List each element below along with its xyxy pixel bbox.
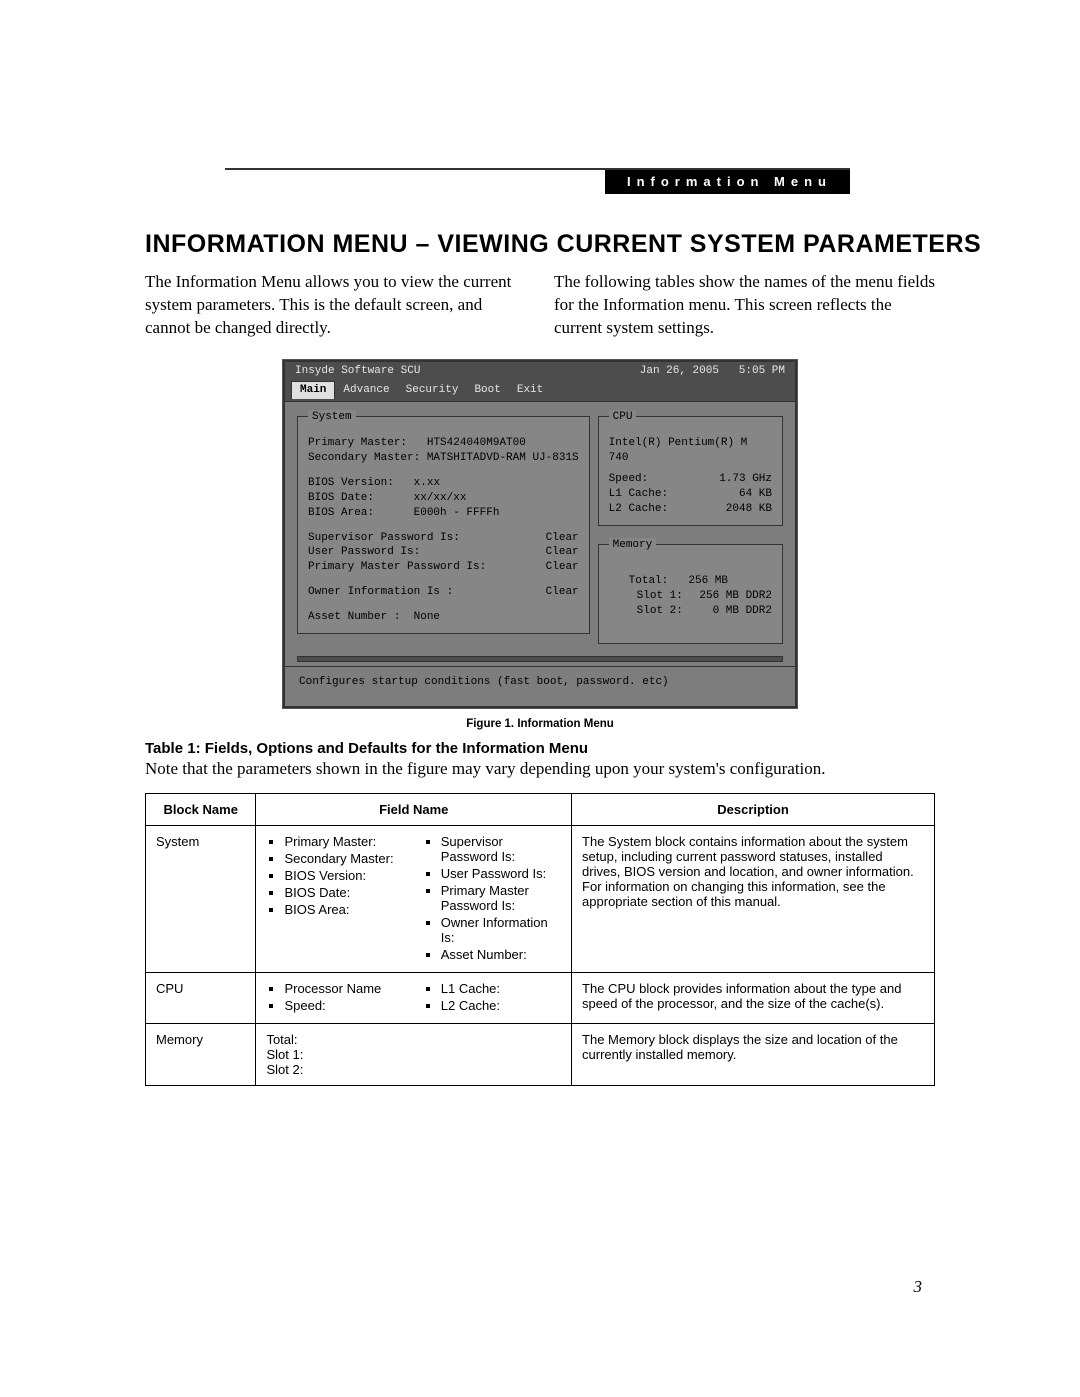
- bios-memory-legend: Memory: [609, 538, 657, 553]
- bios-menu-main: Main: [291, 381, 335, 399]
- list-item: Speed:: [284, 998, 404, 1013]
- list-item: Owner Information Is:: [441, 915, 561, 945]
- value: 256 MB: [688, 574, 760, 589]
- document-page: Information Menu INFORMATION MENU – VIEW…: [80, 0, 1000, 1397]
- value: MATSHITADVD-RAM UJ-831S: [427, 452, 579, 464]
- value: xx/xx/xx: [414, 492, 467, 504]
- label: User Password Is:: [308, 545, 420, 560]
- value: Clear: [546, 531, 579, 546]
- label: Primary Master:: [308, 437, 407, 449]
- table-row: Memory Total: Slot 1: Slot 2: The Memory…: [146, 1023, 935, 1085]
- bios-cpu-fieldset: CPU Intel(R) Pentium(R) M 740 Speed: 1.73…: [598, 410, 783, 526]
- cell-desc: The System block contains information ab…: [572, 825, 935, 972]
- list-item: BIOS Date:: [284, 885, 404, 900]
- list-item: BIOS Version:: [284, 868, 404, 883]
- bios-screenshot: Insyde Software SCU Jan 26, 2005 5:05 PM…: [283, 360, 797, 708]
- intro-right: The following tables show the names of t…: [554, 271, 935, 340]
- list-item: User Password Is:: [441, 866, 561, 881]
- bios-time: 5:05 PM: [739, 365, 785, 377]
- value: Clear: [546, 545, 579, 560]
- col-desc: Description: [572, 793, 935, 825]
- bios-menu-security: Security: [398, 382, 467, 399]
- value: E000h - FFFFh: [414, 507, 500, 519]
- cell-field: Primary Master: Secondary Master: BIOS V…: [256, 825, 572, 972]
- label: BIOS Area:: [308, 507, 374, 519]
- label: Slot 1:: [637, 589, 683, 604]
- label: Owner Information Is :: [308, 585, 453, 600]
- section-tag: Information Menu: [605, 170, 850, 194]
- table-header-row: Block Name Field Name Description: [146, 793, 935, 825]
- label: Supervisor Password Is:: [308, 531, 460, 546]
- bios-body-right: CPU Intel(R) Pentium(R) M 740 Speed: 1.73…: [598, 410, 783, 650]
- label: Secondary Master:: [308, 452, 420, 464]
- table-title: Table 1: Fields, Options and Defaults fo…: [145, 740, 935, 757]
- cell-block: Memory: [146, 1023, 256, 1085]
- intro-columns: The Information Menu allows you to view …: [145, 271, 935, 340]
- bios-system-legend: System: [308, 410, 356, 425]
- value: x.xx: [414, 477, 440, 489]
- bios-body: System Primary Master: HTS424040M9AT00 S…: [285, 402, 795, 656]
- table-row: CPU Processor Name Speed: L1 Cache: L2 C…: [146, 972, 935, 1023]
- bios-datetime: Jan 26, 2005 5:05 PM: [640, 364, 785, 379]
- cell-field: Processor Name Speed: L1 Cache: L2 Cache…: [256, 972, 572, 1023]
- bios-menu-bar: MainAdvanceSecurityBootExit: [285, 381, 795, 402]
- bios-menu-exit: Exit: [509, 382, 551, 399]
- cell-desc: The CPU block provides information about…: [572, 972, 935, 1023]
- list-item: Supervisor Password Is:: [441, 834, 561, 864]
- label: Speed:: [609, 472, 649, 487]
- cpu-name: Intel(R) Pentium(R) M 740: [609, 436, 772, 466]
- value: 2048 KB: [726, 502, 772, 517]
- figure-caption: Figure 1. Information Menu: [80, 718, 1000, 730]
- bios-memory-fieldset: Memory Total: 256 MB Slot 1: 256 MB DDR2 S…: [598, 538, 783, 644]
- label: L2 Cache:: [609, 502, 668, 517]
- list-item: Primary Master:: [284, 834, 404, 849]
- label: BIOS Date:: [308, 492, 374, 504]
- label: BIOS Version:: [308, 477, 394, 489]
- info-table: Block Name Field Name Description System…: [145, 793, 935, 1086]
- list-item: Processor Name: [284, 981, 404, 996]
- label: Total:: [629, 574, 669, 589]
- bios-title-bar: Insyde Software SCU Jan 26, 2005 5:05 PM: [285, 362, 795, 381]
- bios-body-left: System Primary Master: HTS424040M9AT00 S…: [297, 410, 590, 650]
- intro-left: The Information Menu allows you to view …: [145, 271, 526, 340]
- value: 64 KB: [739, 487, 772, 502]
- page-title: INFORMATION MENU – VIEWING CURRENT SYSTE…: [145, 230, 1000, 259]
- value: None: [414, 611, 440, 623]
- col-field: Field Name: [256, 793, 572, 825]
- list-item: Secondary Master:: [284, 851, 404, 866]
- bios-menu-boot: Boot: [466, 382, 508, 399]
- list-item: Primary Master Password Is:: [441, 883, 561, 913]
- label: Primary Master Password Is:: [308, 560, 486, 575]
- value: 1.73 GHz: [719, 472, 772, 487]
- label: Asset Number :: [308, 611, 400, 623]
- value: Clear: [546, 560, 579, 575]
- cell-block: System: [146, 825, 256, 972]
- bios-status-line: Configures startup conditions (fast boot…: [285, 666, 795, 706]
- value: Clear: [546, 585, 579, 600]
- bios-cpu-legend: CPU: [609, 410, 637, 425]
- col-block: Block Name: [146, 793, 256, 825]
- list-item: L1 Cache:: [441, 981, 561, 996]
- bios-status-bar: [297, 656, 783, 662]
- bios-date: Jan 26, 2005: [640, 365, 719, 377]
- table-row: System Primary Master: Secondary Master:…: [146, 825, 935, 972]
- label: L1 Cache:: [609, 487, 668, 502]
- table-note: Note that the parameters shown in the fi…: [145, 759, 935, 779]
- value: 256 MB DDR2: [699, 589, 772, 604]
- bios-system-fieldset: System Primary Master: HTS424040M9AT00 S…: [297, 410, 590, 634]
- list-item: BIOS Area:: [284, 902, 404, 917]
- page-number: 3: [914, 1277, 923, 1297]
- label: Slot 2:: [637, 604, 683, 619]
- list-item: L2 Cache:: [441, 998, 561, 1013]
- value: 0 MB DDR2: [713, 604, 772, 619]
- cell-desc: The Memory block displays the size and l…: [572, 1023, 935, 1085]
- value: HTS424040M9AT00: [427, 437, 526, 449]
- cell-field: Total: Slot 1: Slot 2:: [256, 1023, 572, 1085]
- bios-title: Insyde Software SCU: [295, 364, 420, 379]
- cell-block: CPU: [146, 972, 256, 1023]
- list-item: Asset Number:: [441, 947, 561, 962]
- bios-menu-advance: Advance: [335, 382, 397, 399]
